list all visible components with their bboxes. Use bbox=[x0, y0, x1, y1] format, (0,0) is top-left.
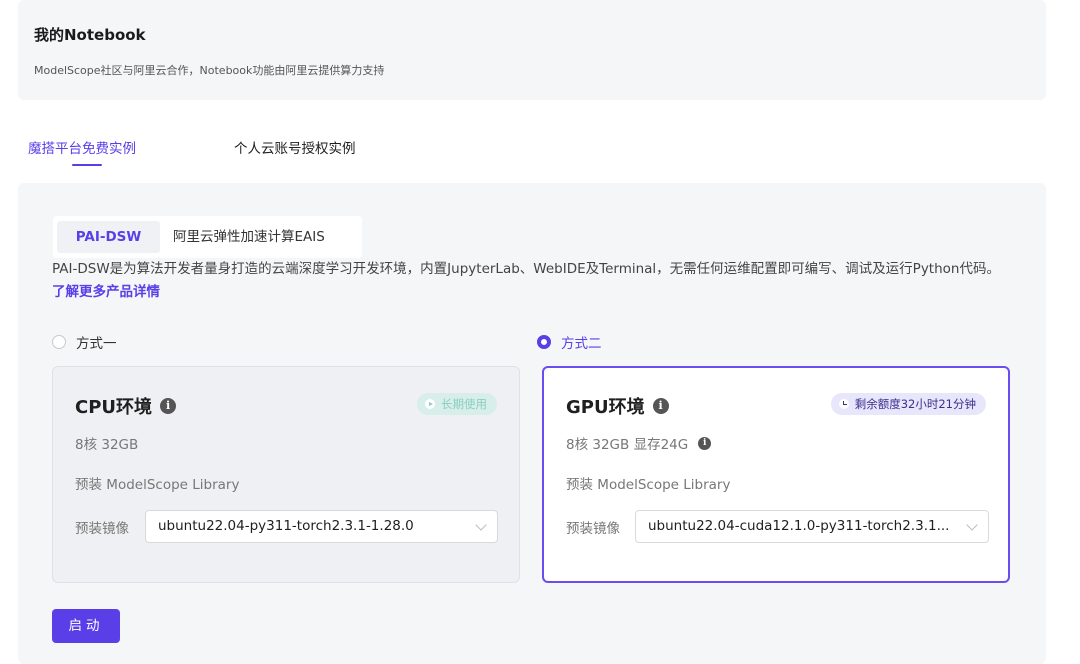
clock-icon bbox=[838, 399, 849, 409]
description-text: PAI-DSW是为算法开发者量身打造的云端深度学习开发环境，内置JupyterL… bbox=[52, 261, 1000, 277]
gpu-spec-text: 8核 32GB 显存24G bbox=[566, 437, 689, 453]
cpu-badge-text: 长期使用 bbox=[441, 397, 487, 411]
tab-free-instance[interactable]: 魔搭平台免费实例 bbox=[28, 137, 136, 157]
option-one-label: 方式一 bbox=[76, 336, 117, 352]
chevron-down-icon bbox=[475, 519, 487, 531]
cpu-library: 预装 ModelScope Library bbox=[75, 477, 240, 493]
header-card bbox=[18, 0, 1046, 100]
gpu-title-text: GPU环境 bbox=[566, 397, 645, 418]
segment-pai-dsw[interactable]: PAI-DSW bbox=[57, 221, 160, 253]
gpu-title: GPU环境 i bbox=[566, 393, 669, 419]
option-two-radio[interactable]: 方式二 bbox=[537, 332, 602, 352]
cpu-spec: 8核 32GB bbox=[75, 437, 139, 453]
tab-personal-instance[interactable]: 个人云账号授权实例 bbox=[234, 137, 356, 157]
gpu-library: 预装 ModelScope Library bbox=[566, 477, 731, 493]
active-tab-indicator bbox=[72, 164, 102, 166]
cpu-image-select[interactable]: ubuntu22.04-py311-torch2.3.1-1.28.0 bbox=[145, 510, 498, 543]
page-subtitle: ModelScope社区与阿里云合作，Notebook功能由阿里云提供算力支持 bbox=[34, 64, 385, 77]
option-one-radio[interactable]: 方式一 bbox=[52, 332, 117, 352]
info-icon[interactable]: i bbox=[698, 436, 712, 450]
info-icon[interactable]: i bbox=[652, 398, 669, 414]
gpu-badge-text: 剩余额度32小时21分钟 bbox=[854, 397, 976, 411]
long-term-badge: 长期使用 bbox=[417, 393, 497, 415]
cpu-title: CPU环境 i bbox=[75, 393, 177, 419]
play-icon bbox=[425, 399, 435, 409]
platform-segmented-control: PAI-DSW 阿里云弹性加速计算EAIS bbox=[53, 216, 362, 258]
cpu-image-label: 预装镜像 bbox=[75, 521, 129, 537]
radio-checked-icon bbox=[537, 335, 551, 349]
gpu-image-select[interactable]: ubuntu22.04-cuda12.1.0-py311-torch2.3.1.… bbox=[635, 510, 989, 543]
cpu-environment-card[interactable]: CPU环境 i 长期使用 8核 32GB 预装 ModelScope Libra… bbox=[52, 366, 520, 583]
gpu-spec: 8核 32GB 显存24G i bbox=[566, 433, 712, 453]
product-description: PAI-DSW是为算法开发者量身打造的云端深度学习开发环境，内置JupyterL… bbox=[52, 258, 1012, 304]
cpu-image-value: ubuntu22.04-py311-torch2.3.1-1.28.0 bbox=[158, 518, 414, 534]
info-icon[interactable]: i bbox=[160, 398, 177, 414]
gpu-image-label: 预装镜像 bbox=[566, 521, 620, 537]
learn-more-link[interactable]: 了解更多产品详情 bbox=[52, 284, 160, 300]
remaining-quota-badge: 剩余额度32小时21分钟 bbox=[830, 393, 986, 415]
cpu-title-text: CPU环境 bbox=[75, 397, 153, 418]
start-button[interactable]: 启动 bbox=[52, 609, 120, 643]
gpu-environment-card[interactable]: GPU环境 i 剩余额度32小时21分钟 8核 32GB 显存24G i 预装 … bbox=[542, 366, 1010, 583]
page-title: 我的Notebook bbox=[34, 26, 146, 44]
option-two-label: 方式二 bbox=[561, 336, 602, 352]
chevron-down-icon bbox=[966, 519, 978, 531]
segment-eais[interactable]: 阿里云弹性加速计算EAIS bbox=[173, 221, 325, 253]
gpu-image-value: ubuntu22.04-cuda12.1.0-py311-torch2.3.1.… bbox=[648, 518, 950, 534]
radio-unchecked-icon bbox=[52, 335, 66, 349]
